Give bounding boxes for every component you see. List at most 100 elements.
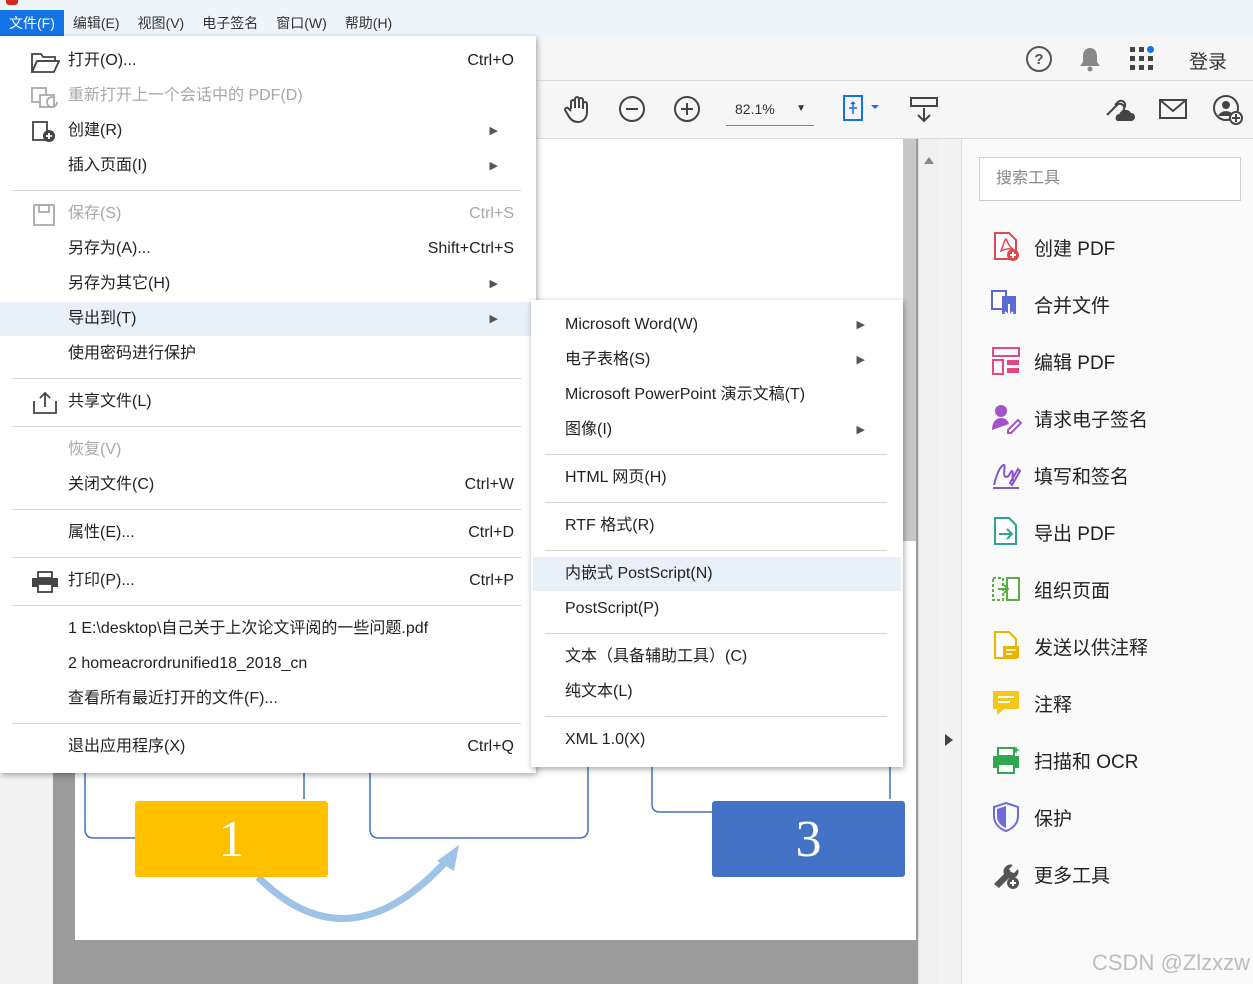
export-plain-text[interactable]: 纯文本(L) <box>531 675 903 709</box>
tool-label: 组织页面 <box>1034 580 1111 602</box>
menu-label: 内嵌式 PostScript(N) <box>565 565 713 582</box>
menu-edit[interactable]: 编辑(E) <box>64 10 129 36</box>
scroll-up-icon[interactable] <box>923 155 935 165</box>
app-header: ? 登录 <box>537 36 1253 81</box>
menu-separator <box>545 502 887 503</box>
menu-view[interactable]: 视图(V) <box>129 10 194 36</box>
menu-item-recent-2[interactable]: 2 homeacrordrunified18_2018_cn <box>0 647 536 681</box>
menu-shortcut: Ctrl+O <box>467 52 514 69</box>
watermark: CSDN @Zlzxzw <box>1092 950 1250 975</box>
menu-shortcut: Ctrl+P <box>469 572 514 589</box>
combine-files-icon <box>991 290 1016 318</box>
export-image[interactable]: 图像(I) ▶ <box>531 413 903 447</box>
menu-separator <box>12 378 521 379</box>
tool-label: 发送以供注释 <box>1034 637 1149 659</box>
menu-item-save-as[interactable]: 另存为(A)... Shift+Ctrl+S <box>0 232 536 266</box>
menu-item-save-other[interactable]: 另存为其它(H) ▶ <box>0 267 536 301</box>
menu-window[interactable]: 窗口(W) <box>267 10 336 36</box>
menu-item-recent-1[interactable]: 1 E:\desktop\自己关于上次论文评阅的一些问题.pdf <box>0 612 536 646</box>
menu-label: 另存为(A)... <box>68 240 151 257</box>
menu-item-create[interactable]: 创建(R) ▶ <box>0 114 536 148</box>
export-powerpoint[interactable]: Microsoft PowerPoint 演示文稿(T) <box>531 378 903 412</box>
menu-item-revert[interactable]: 恢复(V) <box>0 433 536 467</box>
export-text-accessible[interactable]: 文本（具备辅助工具）(C) <box>531 640 903 674</box>
submenu-arrow-icon: ▶ <box>856 354 865 366</box>
link-cloud-icon[interactable] <box>1101 95 1135 125</box>
tool-fill-sign[interactable]: 填写和签名 <box>990 455 1129 495</box>
tool-comment[interactable]: 注释 <box>990 683 1072 723</box>
export-html[interactable]: HTML 网页(H) <box>531 461 903 495</box>
menu-label: Microsoft PowerPoint 演示文稿(T) <box>565 386 806 403</box>
folder-open-icon <box>30 53 60 73</box>
zoom-in-icon[interactable] <box>673 95 701 123</box>
create-icon <box>32 121 55 142</box>
menu-item-properties[interactable]: 属性(E)... Ctrl+D <box>0 516 536 550</box>
menu-item-export-to[interactable]: 导出到(T) ▶ <box>0 302 536 336</box>
export-spreadsheet[interactable]: 电子表格(S) ▶ <box>531 343 903 377</box>
help-icon[interactable]: ? <box>1025 45 1053 73</box>
add-user-icon[interactable] <box>1212 94 1244 126</box>
menu-separator <box>12 605 521 606</box>
export-xml[interactable]: XML 1.0(X) <box>531 723 903 757</box>
tool-create-pdf[interactable]: 创建 PDF <box>990 227 1115 267</box>
fit-page-icon[interactable] <box>840 93 882 123</box>
menu-label: 重新打开上一个会话中的 PDF(D) <box>68 87 303 104</box>
tool-request-esign[interactable]: 请求电子签名 <box>990 398 1148 438</box>
menu-label: XML 1.0(X) <box>565 731 646 748</box>
menu-item-print[interactable]: 打印(P)... Ctrl+P <box>0 564 536 598</box>
expand-pane-icon[interactable] <box>944 733 954 747</box>
tool-organize-pages[interactable]: 组织页面 <box>990 569 1110 609</box>
tool-send-for-comments[interactable]: 发送以供注释 <box>990 626 1148 666</box>
menu-item-share[interactable]: 共享文件(L) <box>0 385 536 419</box>
tool-scan-ocr[interactable]: 扫描和 OCR <box>990 740 1139 780</box>
hand-tool-icon[interactable] <box>563 94 593 124</box>
menu-help[interactable]: 帮助(H) <box>336 10 401 36</box>
export-rtf[interactable]: RTF 格式(R) <box>531 509 903 543</box>
menu-separator <box>545 633 887 634</box>
menu-label: 使用密码进行保护 <box>68 345 197 362</box>
zoom-out-icon[interactable] <box>618 95 646 123</box>
request-signature-icon <box>992 405 1022 434</box>
tool-label: 更多工具 <box>1034 865 1111 887</box>
tool-label: 编辑 PDF <box>1034 352 1116 374</box>
menu-item-view-all-recent[interactable]: 查看所有最近打开的文件(F)... <box>0 682 536 716</box>
menu-esign[interactable]: 电子签名 <box>193 10 267 36</box>
bell-icon[interactable] <box>1077 45 1103 73</box>
submenu-arrow-icon: ▶ <box>856 319 865 331</box>
menu-label: 文本（具备辅助工具）(C) <box>565 648 748 665</box>
send-for-comments-icon <box>994 631 1019 659</box>
menu-file[interactable]: 文件(F) <box>0 10 64 36</box>
reopen-icon <box>31 87 58 108</box>
menu-label: 关闭文件(C) <box>68 476 155 493</box>
menu-item-reopen[interactable]: 重新打开上一个会话中的 PDF(D) <box>0 79 536 113</box>
tools-search-input[interactable]: 搜索工具 <box>979 157 1241 201</box>
export-word[interactable]: Microsoft Word(W) ▶ <box>531 308 903 342</box>
tool-protect[interactable]: 保护 <box>990 797 1072 837</box>
tool-combine-files[interactable]: 合并文件 <box>990 284 1110 324</box>
tool-more-tools[interactable]: 更多工具 <box>990 854 1110 894</box>
export-eps[interactable]: 内嵌式 PostScript(N) <box>533 557 901 591</box>
pane-splitter[interactable] <box>938 139 962 984</box>
app-logo-icon <box>6 0 18 5</box>
step-box-1-label: 1 <box>218 810 245 868</box>
apps-grid-icon[interactable] <box>1128 45 1156 73</box>
menu-item-insert-page[interactable]: 插入页面(I) ▶ <box>0 149 536 183</box>
vertical-scrollbar[interactable] <box>918 139 939 984</box>
scroll-mode-icon[interactable] <box>909 95 939 125</box>
email-icon[interactable] <box>1158 98 1188 120</box>
menu-item-close[interactable]: 关闭文件(C) Ctrl+W <box>0 468 536 502</box>
svg-text:?: ? <box>1034 51 1043 68</box>
export-postscript[interactable]: PostScript(P) <box>531 592 903 626</box>
menu-label: 保存(S) <box>68 205 122 222</box>
tool-export-pdf[interactable]: 导出 PDF <box>990 512 1115 552</box>
tool-edit-pdf[interactable]: 编辑 PDF <box>990 341 1115 381</box>
menu-item-save[interactable]: 保存(S) Ctrl+S <box>0 197 536 231</box>
menu-item-password-protect[interactable]: 使用密码进行保护 <box>0 337 536 371</box>
menu-label: 纯文本(L) <box>565 683 633 700</box>
login-link[interactable]: 登录 <box>1189 47 1227 74</box>
menu-shortcut: Ctrl+D <box>468 524 514 541</box>
scrollbar-thumb[interactable] <box>903 139 916 541</box>
menu-item-exit[interactable]: 退出应用程序(X) Ctrl+Q <box>0 730 536 764</box>
menu-item-open[interactable]: 打开(O)... Ctrl+O <box>0 44 536 78</box>
zoom-select[interactable]: 82.1% ▼ <box>726 93 814 126</box>
